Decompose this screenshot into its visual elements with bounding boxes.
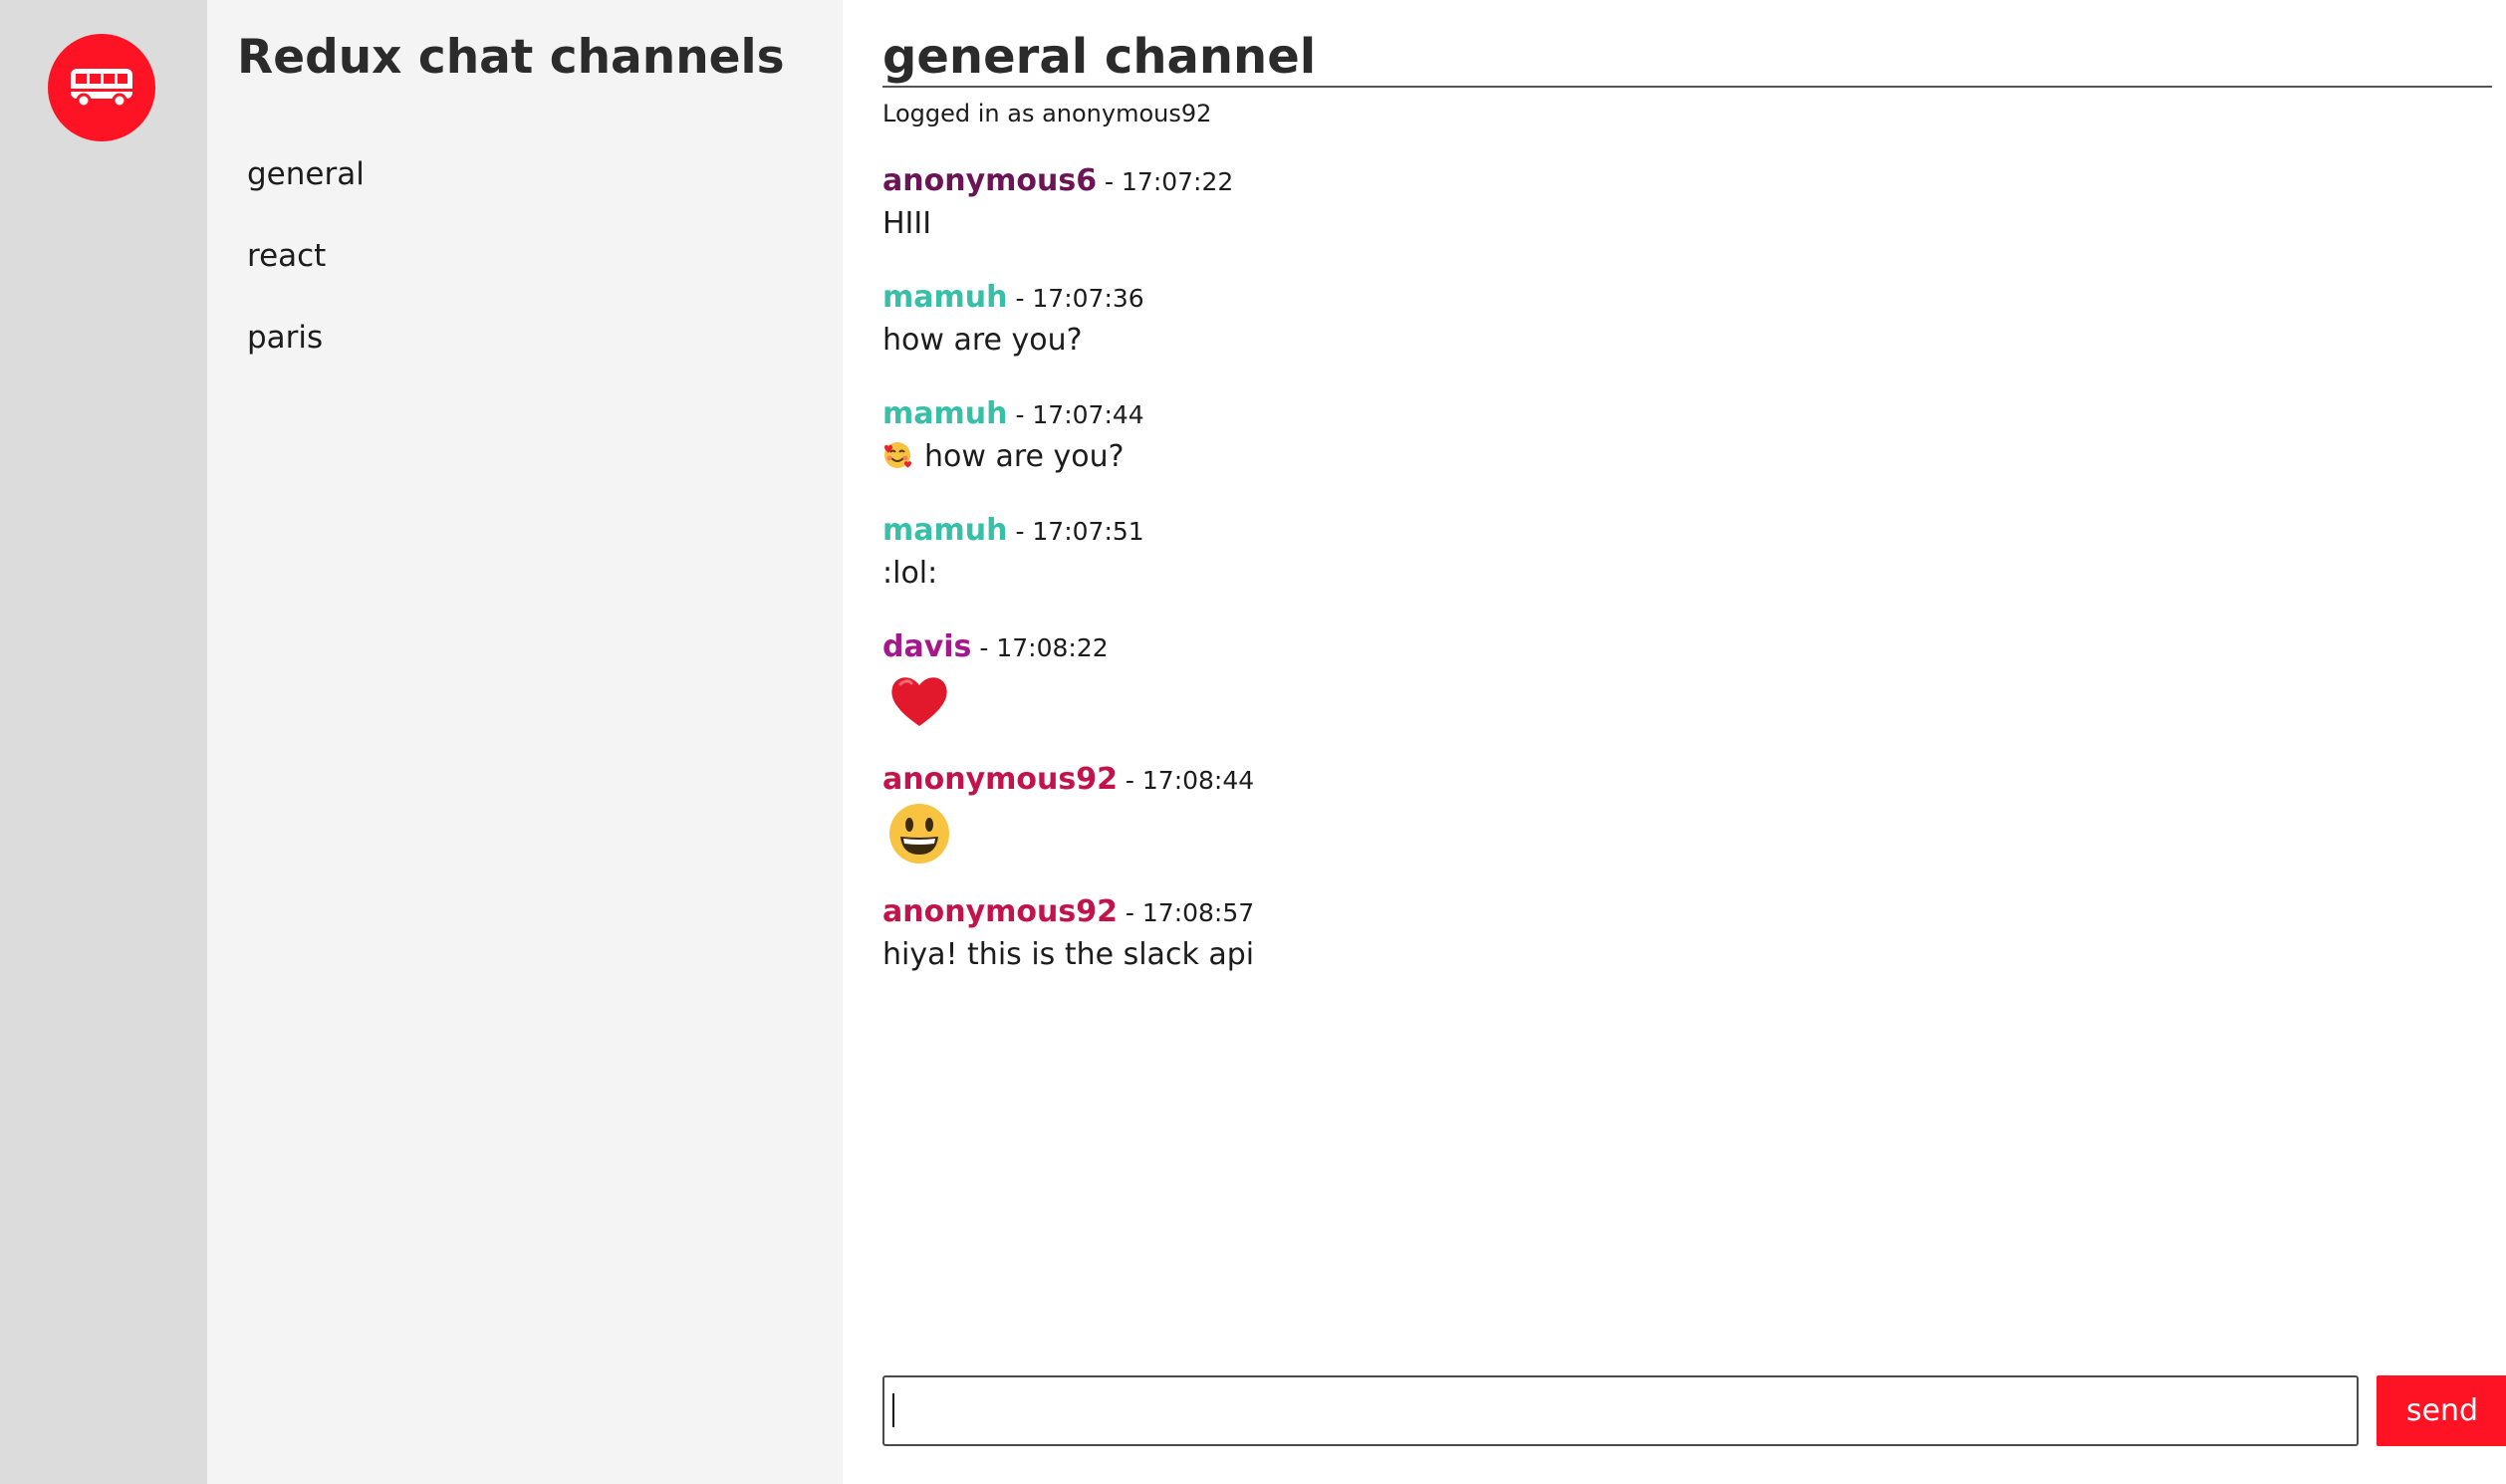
grinning-face-icon bbox=[889, 804, 949, 864]
message-text: HIII bbox=[882, 206, 932, 241]
send-button[interactable]: send bbox=[2377, 1375, 2506, 1446]
sidebar-title: Redux chat channels bbox=[237, 30, 785, 85]
message-meta: anonymous6 - 17:07:22 bbox=[882, 161, 2476, 202]
meta-separator: - bbox=[1125, 898, 1142, 927]
meta-separator: - bbox=[1105, 167, 1123, 196]
channel-item-general[interactable]: general bbox=[247, 149, 365, 231]
message-text: hiya! this is the slack api bbox=[882, 937, 1255, 972]
message-meta: mamuh - 17:07:44 bbox=[882, 394, 2476, 435]
message-time: 17:07:22 bbox=[1122, 167, 1234, 196]
message-author: mamuh bbox=[882, 280, 1008, 315]
meta-separator: - bbox=[979, 633, 997, 662]
meta-separator: - bbox=[1015, 517, 1033, 546]
message-author: mamuh bbox=[882, 396, 1008, 431]
message-composer: send bbox=[882, 1375, 2506, 1446]
channel-title: general channel bbox=[882, 29, 1317, 85]
channel-pane: general channel Logged in as anonymous92… bbox=[843, 0, 2506, 1484]
channel-list: general react paris bbox=[247, 149, 365, 394]
message-time: 17:08:22 bbox=[996, 633, 1109, 662]
message-author: anonymous92 bbox=[882, 894, 1118, 929]
message-body: how are you? bbox=[882, 435, 2476, 479]
message-meta: anonymous92 - 17:08:44 bbox=[882, 760, 2476, 801]
meta-separator: - bbox=[1125, 766, 1142, 795]
message-text: :lol: bbox=[882, 556, 938, 591]
logged-in-status: Logged in as anonymous92 bbox=[882, 100, 1212, 127]
message-item: anonymous6 - 17:07:22 HIII bbox=[882, 161, 2476, 246]
message-item: mamuh - 17:07:44 how are you? bbox=[882, 394, 2476, 479]
message-meta: anonymous92 - 17:08:57 bbox=[882, 892, 2476, 933]
message-item: anonymous92 - 17:08:44 bbox=[882, 760, 2476, 866]
message-time: 17:07:36 bbox=[1032, 284, 1144, 313]
message-input[interactable] bbox=[882, 1375, 2359, 1446]
message-author: anonymous6 bbox=[882, 163, 1098, 198]
message-meta: mamuh - 17:07:51 bbox=[882, 511, 2476, 552]
message-author: davis bbox=[882, 629, 972, 664]
meta-separator: - bbox=[1015, 400, 1033, 429]
message-text: how are you? bbox=[882, 323, 1083, 358]
logo-button[interactable] bbox=[48, 34, 155, 141]
bus-icon bbox=[71, 69, 132, 109]
message-time: 17:07:44 bbox=[1032, 400, 1144, 429]
message-meta: davis - 17:08:22 bbox=[882, 627, 2476, 668]
channel-header: general channel bbox=[882, 28, 2492, 88]
message-time: 17:07:51 bbox=[1032, 517, 1144, 546]
channels-sidebar: Redux chat channels general react paris bbox=[207, 0, 843, 1484]
app-rail bbox=[0, 0, 207, 1484]
channel-item-paris[interactable]: paris bbox=[247, 313, 365, 394]
message-item: mamuh - 17:07:51 :lol: bbox=[882, 511, 2476, 596]
message-author: anonymous92 bbox=[882, 762, 1118, 797]
channel-item-react[interactable]: react bbox=[247, 231, 365, 313]
message-time: 17:08:57 bbox=[1141, 898, 1255, 927]
message-meta: mamuh - 17:07:36 bbox=[882, 278, 2476, 319]
message-text: how are you? bbox=[924, 439, 1125, 474]
smiling-face-with-hearts-icon bbox=[884, 442, 911, 468]
text-caret bbox=[892, 1393, 894, 1427]
message-author: mamuh bbox=[882, 513, 1008, 548]
message-list: anonymous6 - 17:07:22 HIII mamuh - 17:07… bbox=[882, 161, 2476, 1009]
message-item: davis - 17:08:22 bbox=[882, 627, 2476, 734]
message-item: mamuh - 17:07:36 how are you? bbox=[882, 278, 2476, 363]
message-time: 17:08:44 bbox=[1141, 766, 1255, 795]
chat-app: Redux chat channels general react paris … bbox=[0, 0, 2506, 1484]
message-item: anonymous92 - 17:08:57 hiya! this is the… bbox=[882, 892, 2476, 977]
red-heart-icon bbox=[891, 677, 947, 726]
meta-separator: - bbox=[1015, 284, 1033, 313]
